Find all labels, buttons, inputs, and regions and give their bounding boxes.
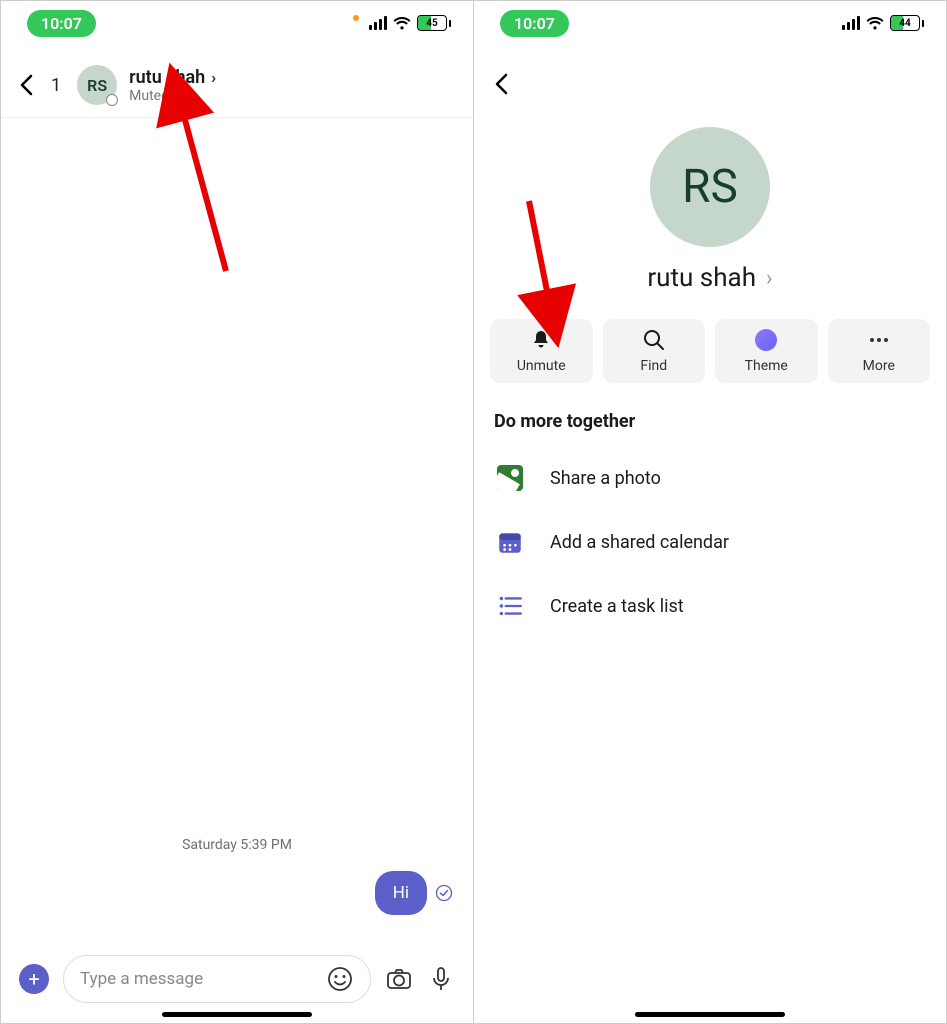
find-button[interactable]: Find <box>603 319 706 383</box>
mic-icon[interactable] <box>427 965 455 993</box>
status-bar: 10:07 45 <box>1 1 473 45</box>
battery-icon: 45 <box>417 15 451 31</box>
calendar-icon <box>496 528 524 556</box>
option-label: Create a task list <box>550 596 684 617</box>
chat-screen: 10:07 45 1 RS <box>1 1 473 1023</box>
status-icons: 44 <box>842 15 924 31</box>
action-label: Unmute <box>517 358 566 374</box>
theme-icon <box>754 328 778 352</box>
task-list-option[interactable]: Create a task list <box>474 574 946 638</box>
plus-button[interactable]: + <box>19 964 49 994</box>
chat-body: Saturday 5:39 PM Hi <box>1 118 473 955</box>
camera-icon[interactable] <box>385 965 413 993</box>
status-time: 10:07 <box>27 10 96 37</box>
chevron-right-icon: › <box>766 266 773 291</box>
contact-details-screen: 10:07 44 RS rutu shah › <box>474 1 946 1023</box>
message-timestamp: Saturday 5:39 PM <box>21 837 453 853</box>
action-row: Unmute Find Theme More <box>474 319 946 383</box>
unread-count: 1 <box>51 75 61 96</box>
action-label: Theme <box>745 358 788 374</box>
avatar-initials: RS <box>682 160 738 214</box>
details-header <box>474 45 946 103</box>
message-input[interactable]: Type a message <box>63 955 371 1003</box>
message-bubble[interactable]: Hi <box>375 871 427 915</box>
battery-icon: 44 <box>890 15 924 31</box>
action-label: Find <box>640 358 667 374</box>
home-indicator <box>162 1012 312 1017</box>
status-bar: 10:07 44 <box>474 1 946 45</box>
wifi-icon <box>393 16 411 30</box>
action-label: More <box>863 358 895 374</box>
avatar-large[interactable]: RS <box>650 127 770 247</box>
message-read-icon <box>435 884 453 902</box>
bell-icon <box>529 328 553 352</box>
cellular-icon <box>842 16 860 30</box>
photo-icon <box>496 464 524 492</box>
share-photo-option[interactable]: Share a photo <box>474 446 946 510</box>
home-indicator <box>635 1012 785 1017</box>
avatar-initials: RS <box>87 76 107 95</box>
contact-name: rutu shah <box>129 67 205 88</box>
more-button[interactable]: More <box>828 319 931 383</box>
back-button[interactable] <box>490 73 512 95</box>
more-icon <box>867 328 891 352</box>
unmute-button[interactable]: Unmute <box>490 319 593 383</box>
chat-header[interactable]: 1 RS rutu shah › Muted <box>1 45 473 118</box>
option-label: Add a shared calendar <box>550 532 729 553</box>
shared-calendar-option[interactable]: Add a shared calendar <box>474 510 946 574</box>
contact-title-block[interactable]: rutu shah › Muted <box>129 67 216 104</box>
status-time: 10:07 <box>500 10 569 37</box>
message-row: Hi <box>21 871 453 915</box>
wifi-icon <box>866 16 884 30</box>
contact-name: rutu shah <box>647 263 756 293</box>
search-icon <box>642 328 666 352</box>
location-dot-icon <box>353 15 359 21</box>
cellular-icon <box>369 16 387 30</box>
contact-name-row[interactable]: rutu shah › <box>474 263 946 293</box>
theme-button[interactable]: Theme <box>715 319 818 383</box>
chevron-right-icon: › <box>211 68 216 87</box>
option-label: Share a photo <box>550 468 661 489</box>
tasklist-icon <box>496 592 524 620</box>
status-icons: 45 <box>353 15 451 31</box>
message-placeholder: Type a message <box>80 969 203 989</box>
presence-icon <box>106 94 118 106</box>
section-title: Do more together <box>474 383 946 446</box>
emoji-icon[interactable] <box>326 965 354 993</box>
muted-label: Muted <box>129 88 216 104</box>
back-button[interactable] <box>15 74 37 96</box>
avatar[interactable]: RS <box>77 65 117 105</box>
